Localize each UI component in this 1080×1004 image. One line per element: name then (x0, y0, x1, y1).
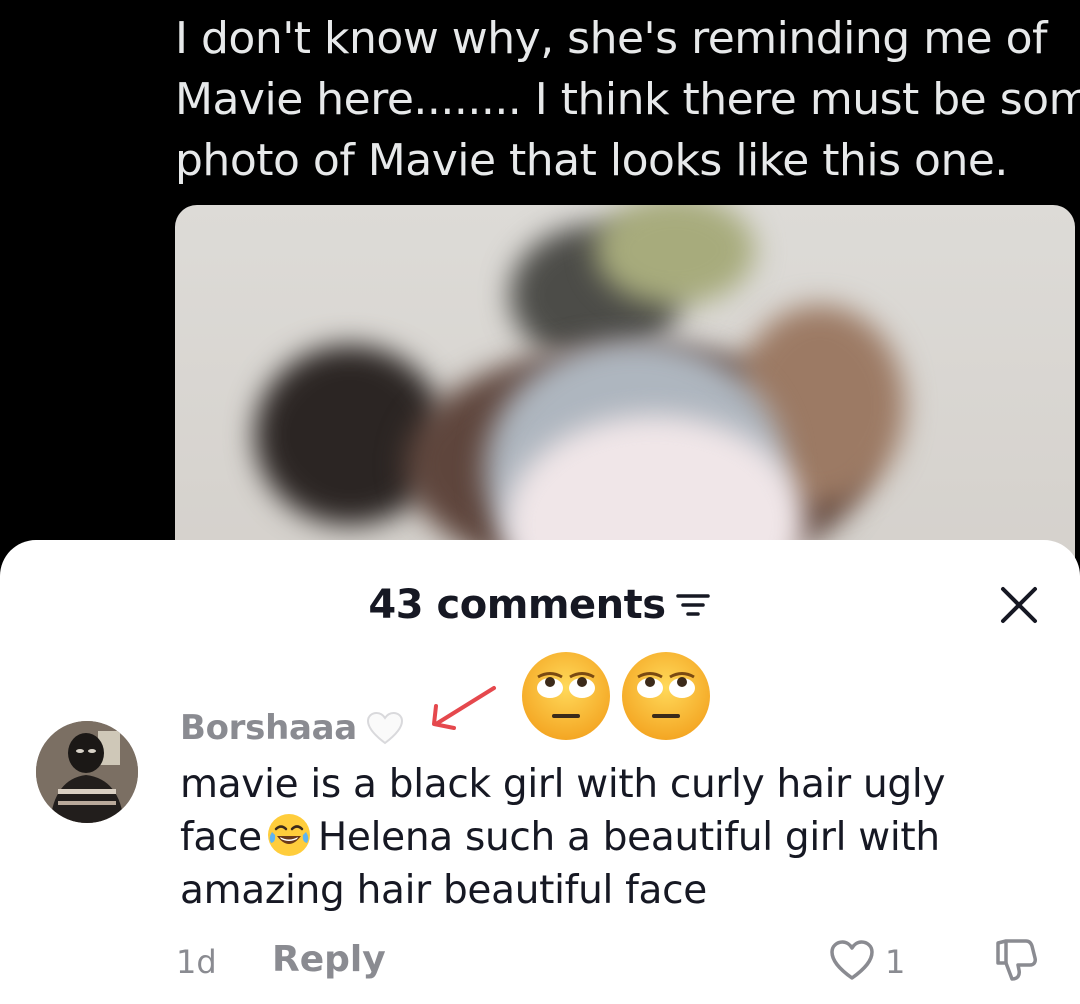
tears-of-joy-emoji-icon (267, 814, 310, 856)
close-icon[interactable] (996, 582, 1042, 628)
tweet-line: I don't know why, she's reminding me of (175, 13, 1048, 64)
comment-line: mavie is a black girl with curly hair ug… (180, 762, 946, 807)
comment-word: Helena such a beautiful girl with (317, 815, 940, 860)
reply-button[interactable]: Reply (272, 939, 386, 980)
username[interactable]: Borshaaa (180, 708, 357, 748)
avatar[interactable] (36, 721, 138, 823)
annotation-arrow-icon (432, 686, 496, 730)
comments-count[interactable]: 43 comments (368, 575, 711, 635)
comment-line: amazing hair beautiful face (180, 868, 707, 913)
like-count: 1 (885, 943, 906, 981)
rolling-eyes-emoji-icon (522, 652, 610, 740)
white-heart-icon (366, 711, 403, 745)
tweet-text: I don't know why, she's reminding me of … (175, 8, 1080, 191)
comments-sheet: 43 comments Borshaaa mavie is a black gi… (0, 540, 1080, 1004)
comment-word: face (180, 815, 262, 860)
comment-timestamp: 1d (176, 943, 217, 981)
comment-author[interactable]: Borshaaa (180, 708, 405, 748)
tweet-line: Mavie here........ I think there must be… (175, 74, 1080, 125)
comment-body: mavie is a black girl with curly hair ug… (180, 758, 1040, 917)
filter-icon[interactable] (674, 590, 712, 620)
like-heart-icon[interactable] (828, 937, 876, 983)
comment-line: face Helena such a beautiful girl with (180, 811, 1040, 864)
avatar-image (36, 721, 138, 823)
tweet-line: photo of Mavie that looks like this one. (175, 135, 1008, 186)
comment-actions: 1d Reply 1 (0, 935, 1080, 991)
comments-count-label: 43 comments (368, 582, 666, 628)
comments-header: 43 comments (0, 575, 1080, 635)
rolling-eyes-emoji-icon (622, 652, 710, 740)
dislike-icon[interactable] (990, 935, 1042, 985)
